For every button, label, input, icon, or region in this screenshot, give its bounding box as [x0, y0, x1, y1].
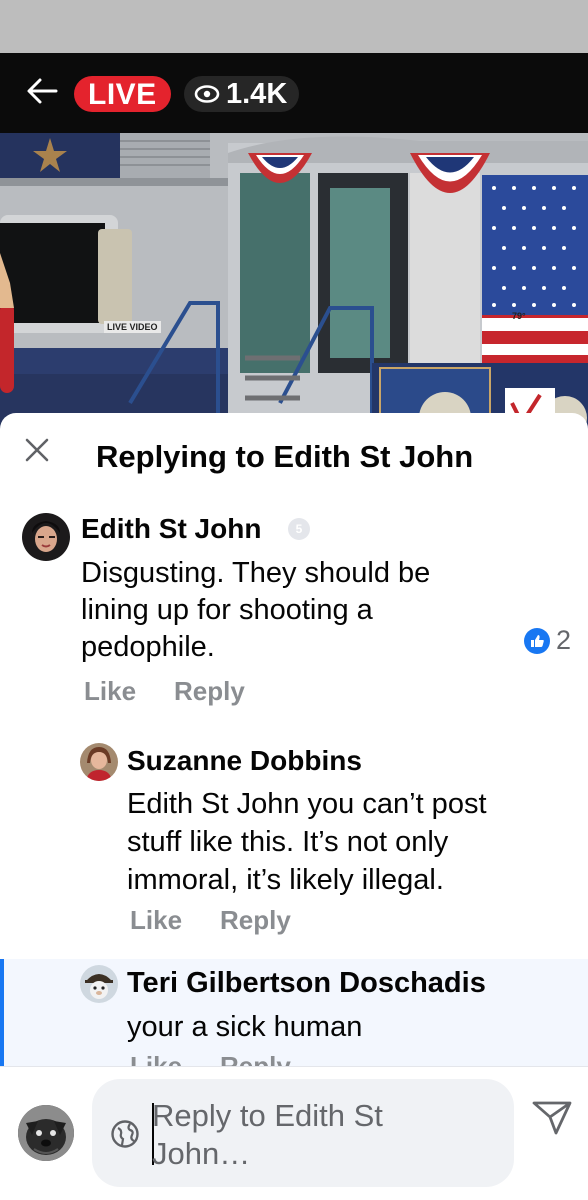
top-fan-badge-icon: 5: [288, 518, 310, 540]
comment-author[interactable]: Suzanne Dobbins: [127, 745, 362, 777]
reply-composer: Reply to Edith St John…: [0, 1066, 588, 1200]
reply-button[interactable]: Reply: [174, 676, 245, 707]
avatar-image: [80, 743, 118, 781]
avatar-suzanne[interactable]: [80, 743, 118, 781]
like-button[interactable]: Like: [84, 676, 136, 707]
avatar-image: [80, 965, 118, 1003]
viewer-count-badge: 1.4K: [184, 76, 300, 112]
reply-input[interactable]: Reply to Edith St John…: [92, 1079, 514, 1187]
send-icon[interactable]: [530, 1095, 574, 1139]
comment-text: Edith St John you can’t post stuff like …: [127, 785, 487, 899]
comment-actions: Like Reply: [84, 676, 245, 707]
like-button[interactable]: Like: [130, 905, 182, 936]
live-video-tag: LIVE VIDEO: [104, 321, 161, 333]
comment-actions: Like Reply: [130, 905, 291, 936]
eye-icon: [194, 85, 220, 103]
viewer-count: 1.4K: [226, 78, 288, 110]
comment-teri: Teri Gilbertson Doschadis your a sick hu…: [0, 959, 588, 1069]
comment-text-line: pedophile.: [81, 631, 215, 663]
comment-text-line: immoral, it’s likely illegal.: [127, 864, 444, 896]
comment-suzanne: Suzanne Dobbins Edith St John you can’t …: [0, 733, 588, 953]
video-top-bar: LIVE 1.4K: [0, 53, 588, 133]
current-user-avatar[interactable]: [18, 1105, 74, 1161]
comment-text: Disgusting. They should be lining up for…: [81, 555, 430, 666]
comment-text-line: Edith St John you can’t post: [127, 788, 487, 820]
arrow-left-icon[interactable]: [22, 71, 62, 111]
video-frame-train-scene: [0, 133, 588, 438]
comment-text: your a sick human: [127, 1009, 362, 1045]
avatar-edith[interactable]: [22, 513, 70, 561]
reply-button[interactable]: Reply: [220, 905, 291, 936]
placeholder-line: John…: [152, 1136, 251, 1171]
comment-text-line: stuff like this. It’s not only: [127, 826, 449, 858]
comment-text-line: Disgusting. They should be: [81, 557, 431, 589]
close-icon[interactable]: [20, 433, 54, 467]
reaction-count[interactable]: 2: [524, 625, 571, 656]
comment-edith: Edith St John 5 Disgusting. They should …: [0, 505, 588, 725]
avatar-teri[interactable]: [80, 965, 118, 1003]
reply-sheet-header: Replying to Edith St John: [0, 413, 588, 505]
globe-icon[interactable]: [110, 1119, 140, 1149]
comment-author[interactable]: Edith St John: [81, 513, 261, 545]
comment-author[interactable]: Teri Gilbertson Doschadis: [127, 967, 486, 1000]
avatar-image: [22, 513, 70, 561]
comment-text-line: your a sick human: [127, 1011, 363, 1043]
like-count: 2: [556, 625, 572, 655]
thumbs-up-icon: [524, 627, 550, 654]
comment-text-line: lining up for shooting a: [81, 594, 373, 626]
temperature-tag: 79°: [512, 311, 526, 321]
live-video-player[interactable]: LIVE 1.4K LIVE VIDEO 79°: [0, 53, 588, 438]
live-badge: LIVE: [74, 76, 171, 112]
reply-sheet-title: Replying to Edith St John: [96, 439, 474, 474]
status-bar: [0, 0, 588, 53]
reply-placeholder: Reply to Edith St John…: [152, 1097, 452, 1173]
avatar-image: [18, 1105, 74, 1161]
placeholder-line: Reply to Edith St: [152, 1098, 383, 1133]
